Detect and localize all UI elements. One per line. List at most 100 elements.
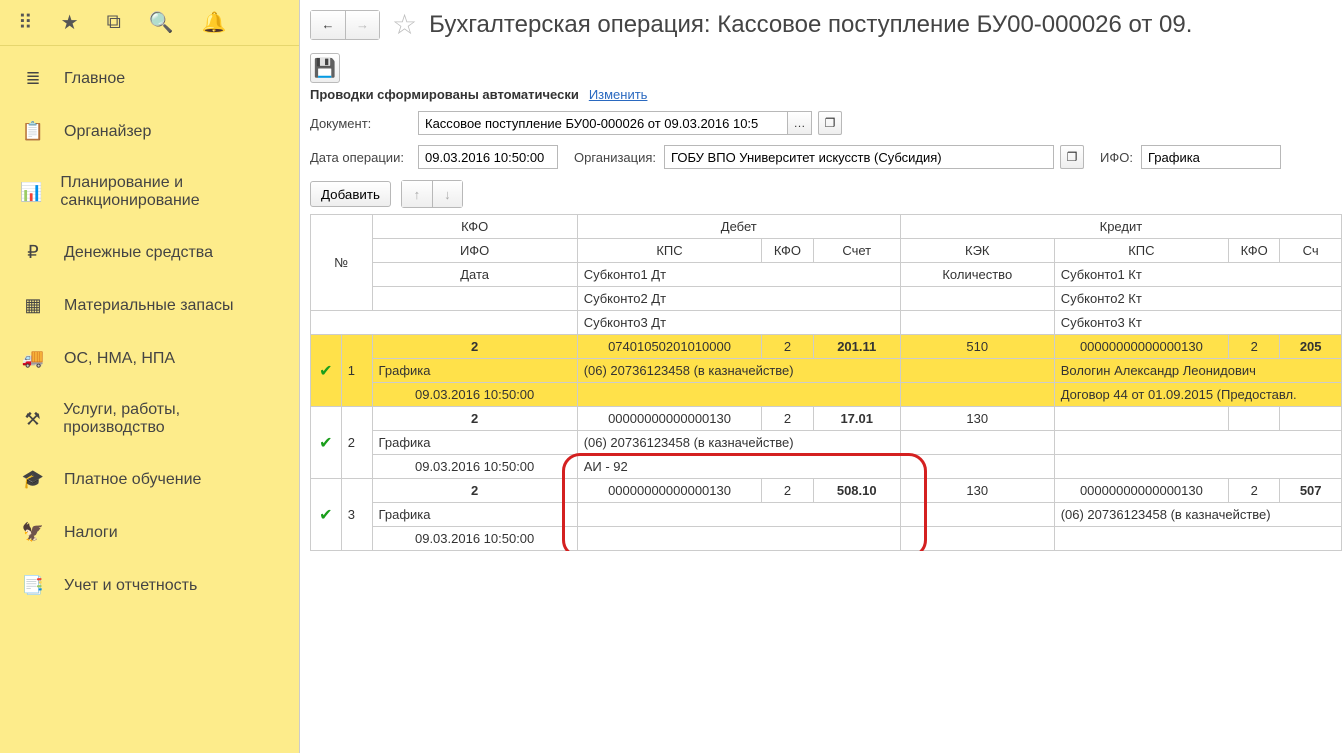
cell-s2k: Договор 44 от 01.09.2015 (Предоставл. bbox=[1054, 383, 1341, 407]
sidebar-item-icon: 📊 bbox=[20, 182, 42, 203]
row-index: 3 bbox=[341, 479, 372, 551]
cell-date: 09.03.2016 10:50:00 bbox=[372, 455, 577, 479]
sidebar-item[interactable]: 🦅Налоги bbox=[0, 506, 299, 559]
cell-empty bbox=[900, 383, 1054, 407]
cell-empty bbox=[900, 527, 1054, 551]
sidebar-item-icon: 🎓 bbox=[20, 469, 46, 490]
table-row[interactable]: 09.03.2016 10:50:00АИ - 92 bbox=[311, 455, 1342, 479]
sidebar-item[interactable]: ▦Материальные запасы bbox=[0, 279, 299, 332]
cell-empty bbox=[900, 455, 1054, 479]
sidebar-item-icon: 📋 bbox=[20, 121, 46, 142]
document-input[interactable] bbox=[418, 111, 788, 135]
org-input[interactable] bbox=[664, 145, 1054, 169]
cell-empty bbox=[900, 431, 1054, 455]
cell-ifo: Графика bbox=[372, 431, 577, 455]
col-kps2: КПС bbox=[1054, 239, 1228, 263]
cell-kps: 00000000000000130 bbox=[577, 479, 762, 503]
main: ← → ☆ Бухгалтерская операция: Кассовое п… bbox=[300, 0, 1342, 753]
row-index: 2 bbox=[341, 407, 372, 479]
auto-posting-row: Проводки сформированы автоматически Изме… bbox=[300, 83, 1342, 106]
document-open-button[interactable]: ❐ bbox=[818, 111, 842, 135]
col-s3k: Субконто3 Кт bbox=[1054, 311, 1341, 335]
cell-s2d bbox=[577, 527, 900, 551]
edit-link[interactable]: Изменить bbox=[589, 87, 648, 102]
col-s2d: Субконто2 Дт bbox=[577, 287, 900, 311]
favorites-icon[interactable]: ★ bbox=[61, 10, 79, 35]
cell-s2d: АИ - 92 bbox=[577, 455, 900, 479]
favorite-star-icon[interactable]: ☆ bbox=[392, 8, 417, 41]
cell-kfo3: 2 bbox=[1229, 479, 1280, 503]
cell-kfo: 2 bbox=[372, 479, 577, 503]
document-row: Документ: … ❐ bbox=[300, 106, 1342, 140]
cell-s2d bbox=[577, 383, 900, 407]
sidebar-item-label: Платное обучение bbox=[64, 471, 201, 489]
cell-empty bbox=[900, 503, 1054, 527]
table-row[interactable]: 09.03.2016 10:50:00Договор 44 от 01.09.2… bbox=[311, 383, 1342, 407]
sidebar-item-label: Планирование и санкционирование bbox=[60, 174, 279, 210]
sidebar-item[interactable]: 🚚ОС, НМА, НПА bbox=[0, 332, 299, 385]
auto-posting-text: Проводки сформированы автоматически bbox=[310, 87, 579, 102]
history-icon[interactable]: ⧉ bbox=[107, 11, 121, 34]
postings-table-wrap: № КФО Дебет Кредит ИФО КПС КФО Счет КЭК … bbox=[310, 214, 1342, 551]
table-row[interactable]: 09.03.2016 10:50:00 bbox=[311, 527, 1342, 551]
apps-icon[interactable]: ⠿ bbox=[18, 10, 33, 35]
table-row[interactable]: ✔2200000000000000130217.01130 bbox=[311, 407, 1342, 431]
action-row: Добавить ↑ ↓ bbox=[300, 174, 1342, 214]
table-row[interactable]: Графика(06) 20736123458 (в казначействе) bbox=[311, 431, 1342, 455]
row-check-icon: ✔ bbox=[311, 479, 342, 551]
sidebar: ⠿ ★ ⧉ 🔍 🔔 ≣Главное📋Органайзер 📊 Планирован… bbox=[0, 0, 300, 753]
org-open-button[interactable]: ❐ bbox=[1060, 145, 1084, 169]
date-input[interactable] bbox=[418, 145, 558, 169]
forward-button[interactable]: → bbox=[345, 11, 379, 39]
sidebar-item-icon: ≣ bbox=[20, 68, 46, 89]
add-button[interactable]: Добавить bbox=[310, 181, 391, 207]
col-ifo: ИФО bbox=[372, 239, 577, 263]
document-label: Документ: bbox=[310, 116, 410, 131]
sidebar-item-label: ОС, НМА, НПА bbox=[64, 350, 175, 368]
cell-sch: 17.01 bbox=[813, 407, 900, 431]
cell-s2k bbox=[1054, 527, 1341, 551]
sidebar-item[interactable]: 📋Органайзер bbox=[0, 105, 299, 158]
cell-kek: 130 bbox=[900, 479, 1054, 503]
cell-s1k: (06) 20736123458 (в казначействе) bbox=[1054, 503, 1341, 527]
col-kfo3: КФО bbox=[1229, 239, 1280, 263]
cell-sch2: 205 bbox=[1280, 335, 1342, 359]
notifications-icon[interactable]: 🔔 bbox=[202, 10, 227, 35]
back-button[interactable]: ← bbox=[311, 11, 345, 39]
sidebar-item[interactable]: ≣Главное bbox=[0, 52, 299, 105]
ifo-input[interactable] bbox=[1141, 145, 1281, 169]
cell-ifo: Графика bbox=[372, 359, 577, 383]
cell-s2k bbox=[1054, 455, 1341, 479]
cell-s1d: (06) 20736123458 (в казначействе) bbox=[577, 359, 900, 383]
save-disk-icon[interactable]: 💾 bbox=[310, 53, 340, 83]
move-up-button[interactable]: ↑ bbox=[402, 181, 432, 207]
sidebar-item[interactable]: ⚒ Услуги, работы, производство bbox=[0, 385, 299, 453]
col-s1d: Субконто1 Дт bbox=[577, 263, 900, 287]
title-bar: ← → ☆ Бухгалтерская операция: Кассовое п… bbox=[300, 0, 1342, 49]
page-title: Бухгалтерская операция: Кассовое поступл… bbox=[429, 11, 1192, 39]
move-down-button[interactable]: ↓ bbox=[432, 181, 462, 207]
sidebar-item-icon: ▦ bbox=[20, 295, 46, 316]
col-debet: Дебет bbox=[577, 215, 900, 239]
cell-kps: 07401050201010000 bbox=[577, 335, 762, 359]
table-row[interactable]: Графика(06) 20736123458 (в казначействе)… bbox=[311, 359, 1342, 383]
sidebar-item[interactable]: ₽Денежные средства bbox=[0, 226, 299, 279]
cell-sch2 bbox=[1280, 407, 1342, 431]
sidebar-item[interactable]: 📑Учет и отчетность bbox=[0, 559, 299, 612]
cell-kfo3: 2 bbox=[1229, 335, 1280, 359]
cell-ifo: Графика bbox=[372, 503, 577, 527]
document-more-button[interactable]: … bbox=[788, 111, 812, 135]
table-row[interactable]: ✔32000000000000001302508.101300000000000… bbox=[311, 479, 1342, 503]
table-row[interactable]: ✔12074010502010100002201.115100000000000… bbox=[311, 335, 1342, 359]
sidebar-item[interactable]: 🎓 Платное обучение bbox=[0, 453, 299, 506]
search-icon[interactable]: 🔍 bbox=[149, 10, 174, 35]
cell-kps2: 00000000000000130 bbox=[1054, 479, 1228, 503]
sidebar-item-label: Услуги, работы, производство bbox=[63, 401, 279, 437]
cell-kfo: 2 bbox=[372, 407, 577, 431]
sidebar-item-icon: ⚒ bbox=[20, 409, 45, 430]
col-kek: КЭК bbox=[900, 239, 1054, 263]
cell-s1d: (06) 20736123458 (в казначействе) bbox=[577, 431, 900, 455]
col-date: Дата bbox=[372, 263, 577, 287]
sidebar-item[interactable]: 📊 Планирование и санкционирование bbox=[0, 158, 299, 226]
table-row[interactable]: Графика (06) 20736123458 (в казначействе) bbox=[311, 503, 1342, 527]
